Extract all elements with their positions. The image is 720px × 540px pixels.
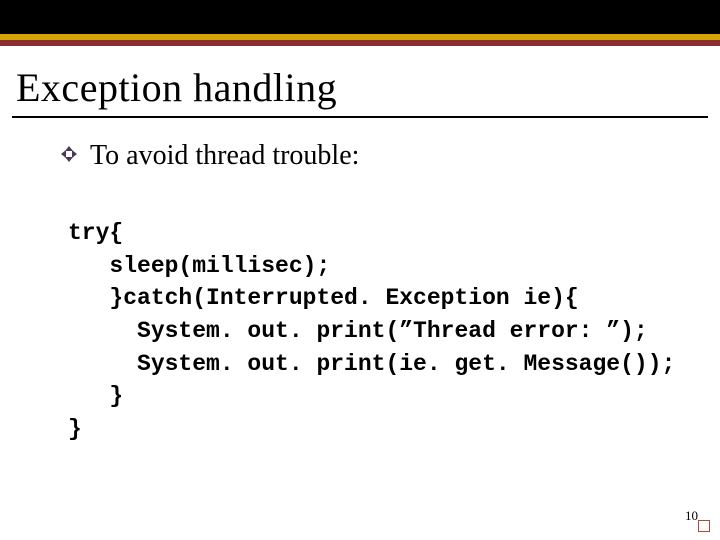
bullet-text: To avoid thread trouble: [90, 138, 359, 173]
code-line: }catch(Interrupted. Exception ie){ [68, 285, 579, 311]
slide-number: 10 [685, 508, 698, 524]
header-band-black [0, 0, 720, 34]
title-underline [12, 116, 708, 118]
code-line: } [68, 383, 123, 409]
code-line: sleep(millisec); [68, 253, 330, 279]
bullet-icon [62, 147, 76, 161]
slide-title: Exception handling [16, 64, 704, 111]
bullet-row: To avoid thread trouble: [62, 138, 680, 173]
code-block: try{ sleep(millisec); }catch(Interrupted… [68, 217, 680, 446]
code-line: } [68, 416, 82, 442]
slide-body: To avoid thread trouble: try{ sleep(mill… [62, 138, 680, 446]
corner-box-icon [698, 520, 710, 532]
code-line: try{ [68, 220, 123, 246]
code-line: System. out. print(ie. get. Message()); [68, 351, 675, 377]
header-rule-red [0, 40, 720, 46]
code-line: System. out. print(”Thread error: ”); [68, 318, 648, 344]
slide: Exception handling To avoid thread troub… [0, 0, 720, 540]
